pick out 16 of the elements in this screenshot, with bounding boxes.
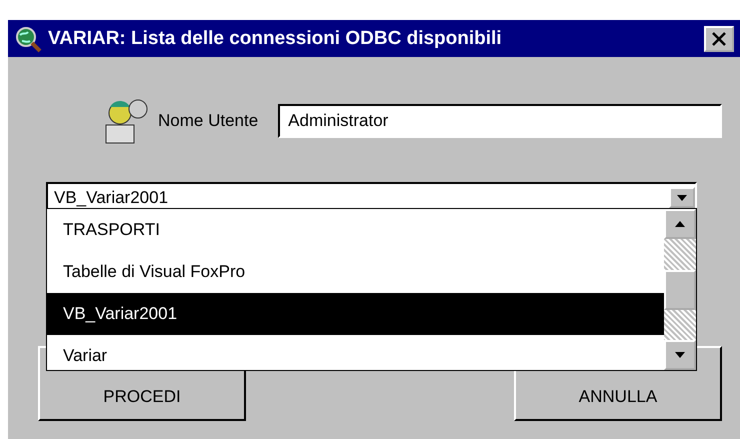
close-button[interactable] <box>704 26 734 52</box>
dropdown-option[interactable]: VB_Variar2001 <box>47 293 664 335</box>
user-name-field[interactable]: Administrator <box>278 104 722 138</box>
close-icon <box>712 32 726 46</box>
window-title: VARIAR: Lista delle connessioni ODBC disponibili <box>48 28 503 50</box>
scroll-thumb[interactable] <box>664 270 696 310</box>
globe-magnifier-icon <box>14 24 42 52</box>
scroll-up-button[interactable] <box>664 209 696 239</box>
user-name-label: Nome Utente <box>158 111 258 131</box>
up-arrow-icon <box>675 221 685 227</box>
scrollbar[interactable] <box>664 209 696 370</box>
down-arrow-icon <box>677 194 687 200</box>
scroll-down-button[interactable] <box>664 340 696 370</box>
down-arrow-icon <box>675 352 685 358</box>
dropdown-button[interactable] <box>669 187 695 208</box>
dropdown-value: VB_Variar2001 <box>53 188 170 208</box>
